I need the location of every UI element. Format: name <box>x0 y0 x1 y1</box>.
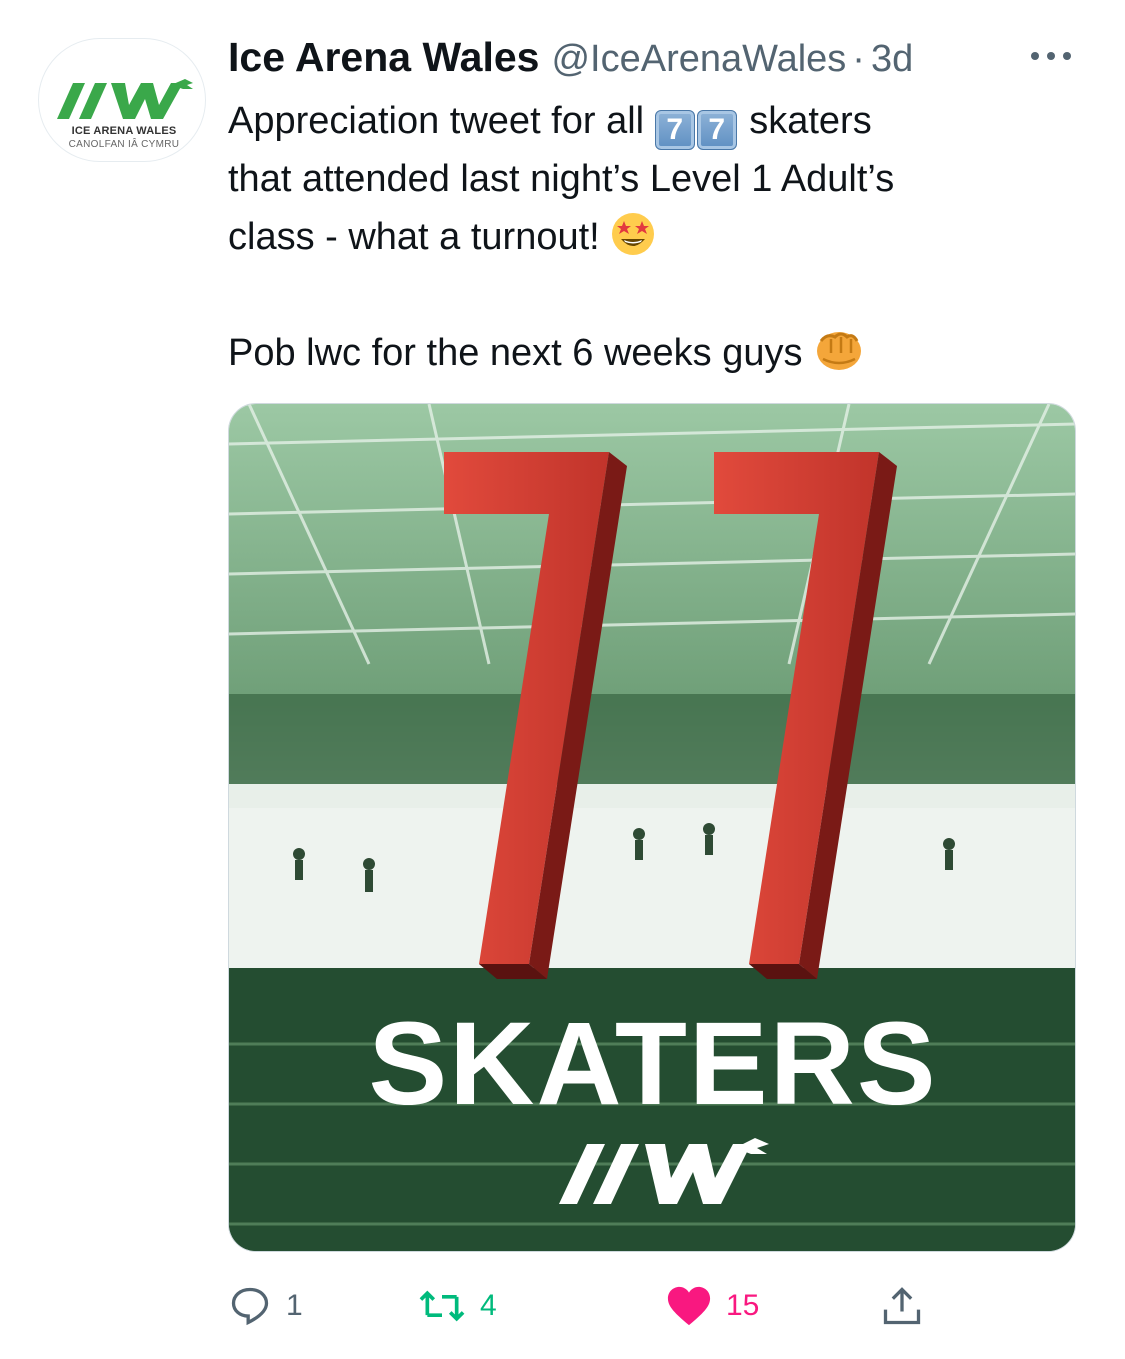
timestamp[interactable]: 3d <box>871 38 913 81</box>
keycap-seven-emoji: 7 <box>696 110 737 150</box>
share-button[interactable] <box>880 1276 924 1336</box>
share-upload-icon <box>883 1287 921 1325</box>
retweet-button[interactable]: 4 <box>418 1276 497 1336</box>
tweet-line-2: that attended last night’s Level 1 Adult… <box>228 158 895 200</box>
retweet-arrows-icon <box>419 1290 465 1322</box>
display-name[interactable]: Ice Arena Wales <box>228 34 539 81</box>
reply-button[interactable]: 1 <box>228 1276 303 1336</box>
like-button[interactable]: 15 <box>666 1276 759 1336</box>
tweet-text-segment: skaters <box>738 100 872 142</box>
tweet-text: Appreciation tweet for all 77 skaters th… <box>228 92 1088 382</box>
oncoming-fist-emoji-icon <box>817 332 862 370</box>
skaters-caption-text: SKATERS <box>368 998 937 1130</box>
tweet-line-4: Pob lwc for the next 6 weeks guys <box>228 324 1088 382</box>
separator-dot: · <box>852 38 865 80</box>
tweet-text-segment: class - what a turnout! <box>228 216 611 258</box>
tweet-text-segment: Pob lwc for the next 6 weeks guys <box>228 332 814 374</box>
more-options-icon[interactable] <box>1028 46 1074 66</box>
reply-count: 1 <box>286 1289 303 1322</box>
iaw-logo-icon <box>57 79 193 119</box>
star-struck-emoji-icon <box>612 213 655 255</box>
tweet-header: Ice Arena Wales @IceArenaWales · 3d <box>228 34 913 84</box>
tweet-text-segment: Appreciation tweet for all <box>228 100 655 142</box>
avatar[interactable]: ICE ARENA WALES CANOLFAN IÂ CYMRU <box>38 38 206 162</box>
keycap-seven-emoji: 7 <box>654 110 695 150</box>
heart-icon <box>667 1286 711 1326</box>
user-handle[interactable]: @IceArenaWales <box>551 38 846 81</box>
speech-bubble-icon <box>231 1287 269 1326</box>
tweet-actions-bar: 1 4 15 <box>228 1276 1088 1336</box>
tweet-line-1: Appreciation tweet for all 77 skaters <box>228 92 1088 150</box>
avatar-text-line1: ICE ARENA WALES <box>71 125 177 137</box>
media-illustration: SKATERS <box>229 404 1075 1251</box>
retweet-count: 4 <box>480 1289 497 1322</box>
like-count: 15 <box>726 1289 760 1322</box>
avatar-text-line2: CANOLFAN IÂ CYMRU <box>68 139 180 150</box>
tweet-media-image[interactable]: SKATERS <box>228 403 1076 1252</box>
tweet-line-3: class - what a turnout! <box>228 208 1088 266</box>
